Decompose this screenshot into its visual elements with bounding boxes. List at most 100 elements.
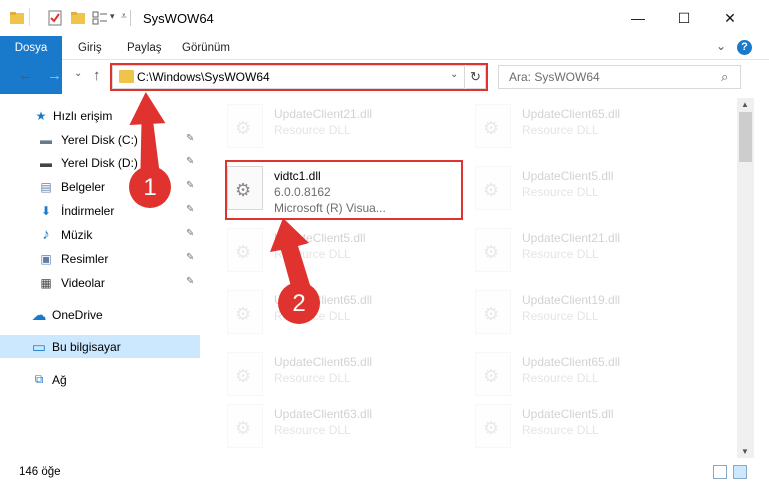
file-item[interactable]: ⚙ UpdateClient5.dll Resource DLL <box>463 160 703 218</box>
navigation-pane: ★ Hızlı erişim ▬ Yerel Disk (C:) ✎ ▬ Yer… <box>0 98 205 458</box>
sidebar-item-documents[interactable]: ▤ Belgeler ✎ <box>0 175 200 198</box>
customize-icon[interactable] <box>92 10 108 26</box>
file-item[interactable]: ⚙ UpdateClient5.dll Resource DLL <box>463 398 703 456</box>
dll-file-icon: ⚙ <box>475 104 511 148</box>
file-highlight-box <box>225 160 463 220</box>
file-item[interactable]: ⚙ UpdateClient21.dll Resource DLL <box>463 222 703 280</box>
sidebar-item-disk-d[interactable]: ▬ Yerel Disk (D:) ✎ <box>0 151 200 174</box>
sidebar-item-music[interactable]: ♪ Müzik ✎ <box>0 223 200 246</box>
tab-view[interactable]: Görünüm <box>182 36 230 60</box>
sidebar-item-network[interactable]: ⧉ Ağ <box>0 368 200 391</box>
file-name: UpdateClient21.dll <box>274 107 373 121</box>
sidebar-item-this-pc[interactable]: ▭ Bu bilgisayar <box>0 335 200 358</box>
ribbon-expand-icon[interactable]: ⌄ <box>716 39 726 53</box>
file-description: Resource DLL <box>274 423 351 437</box>
network-icon: ⧉ <box>34 372 44 386</box>
file-name: UpdateClient65.dll <box>274 355 373 369</box>
file-item[interactable]: ⚙ UpdateClient65.dll Resource DLL <box>463 346 703 404</box>
file-name: UpdateClient65.dll <box>274 293 373 307</box>
scroll-up-icon[interactable]: ▲ <box>741 100 749 109</box>
file-description: Resource DLL <box>522 185 599 199</box>
dll-file-icon: ⚙ <box>475 166 511 210</box>
details-view-button[interactable] <box>713 465 727 479</box>
sidebar-item-label: Hızlı erişim <box>53 109 113 123</box>
sidebar-item-downloads[interactable]: ⬇ İndirmeler ✎ <box>0 199 200 222</box>
sidebar-item-label: Yerel Disk (D:) <box>61 156 138 170</box>
file-name: UpdateClient19.dll <box>522 293 621 307</box>
sidebar-item-label: Bu bilgisayar <box>52 340 121 354</box>
file-description: Resource DLL <box>522 309 599 323</box>
file-description: Resource DLL <box>522 123 599 137</box>
cloud-icon: ☁ <box>31 306 47 324</box>
title-bar: ▾ ⩡ SysWOW64 — ☐ ✕ <box>0 0 769 36</box>
pin-icon[interactable]: ✎ <box>186 204 194 215</box>
file-item[interactable]: ⚙ UpdateClient65.dll Resource DLL <box>215 346 455 404</box>
dll-file-icon: ⚙ <box>475 404 511 448</box>
file-description: Resource DLL <box>274 247 351 261</box>
up-button[interactable]: ↑ <box>93 67 101 84</box>
sidebar-item-onedrive[interactable]: ☁ OneDrive <box>0 303 200 326</box>
maximize-button[interactable]: ☐ <box>661 0 707 36</box>
ribbon-tabs: Dosya Giriş Paylaş Görünüm ⌄ ? <box>0 36 769 94</box>
drive-icon: ▬ <box>40 155 52 170</box>
properties-icon[interactable] <box>47 10 63 26</box>
file-item[interactable]: ⚙ UpdateClient21.dll Resource DLL <box>215 98 455 156</box>
search-icon[interactable]: ⌕ <box>721 69 728 85</box>
file-description: Resource DLL <box>522 423 599 437</box>
computer-icon: ▭ <box>31 338 47 356</box>
file-name: UpdateClient65.dll <box>522 107 621 121</box>
file-name: UpdateClient21.dll <box>522 231 621 245</box>
file-item[interactable]: ⚙ UpdateClient65.dll Resource DLL <box>215 284 455 342</box>
minimize-button[interactable]: — <box>615 0 661 36</box>
sidebar-item-quick-access[interactable]: ★ Hızlı erişim <box>0 104 200 127</box>
sidebar-item-label: OneDrive <box>52 308 103 322</box>
file-description: Resource DLL <box>522 371 599 385</box>
file-item[interactable]: ⚙ UpdateClient63.dll Resource DLL <box>215 398 455 456</box>
search-placeholder: Ara: SysWOW64 <box>509 70 600 84</box>
close-button[interactable]: ✕ <box>707 0 753 36</box>
file-description: Resource DLL <box>274 123 351 137</box>
pictures-icon: ▣ <box>40 251 52 266</box>
sidebar-item-label: Ağ <box>52 373 67 387</box>
window-title: SysWOW64 <box>143 11 214 26</box>
sidebar-item-disk-c[interactable]: ▬ Yerel Disk (C:) ✎ <box>0 128 200 151</box>
pin-icon[interactable]: ✎ <box>186 276 194 287</box>
music-icon: ♪ <box>42 226 50 243</box>
scroll-down-icon[interactable]: ▼ <box>741 447 749 456</box>
dll-file-icon: ⚙ <box>475 228 511 272</box>
videos-icon: ▦ <box>40 275 52 290</box>
sidebar-item-label: İndirmeler <box>61 204 115 218</box>
quick-access-dropdown-icon[interactable]: ▾ <box>110 11 115 22</box>
recent-locations-icon[interactable]: ⌄ <box>74 68 82 79</box>
pin-icon[interactable]: ✎ <box>186 133 194 144</box>
forward-button[interactable]: → <box>47 67 62 84</box>
dll-file-icon: ⚙ <box>227 104 263 148</box>
file-description: Resource DLL <box>274 371 351 385</box>
pin-icon[interactable]: ✎ <box>186 156 194 167</box>
new-folder-icon[interactable] <box>70 10 86 26</box>
tab-home[interactable]: Giriş <box>78 36 102 60</box>
quick-access-menu-icon[interactable]: ⩡ <box>121 11 127 22</box>
help-icon[interactable]: ? <box>737 40 752 55</box>
scrollbar-thumb[interactable] <box>739 112 752 162</box>
tiles-view-button[interactable] <box>733 465 747 479</box>
file-name: UpdateClient5.dll <box>522 169 614 183</box>
back-button[interactable]: ← <box>18 67 33 84</box>
sidebar-item-pictures[interactable]: ▣ Resimler ✎ <box>0 247 200 270</box>
folder-icon <box>10 12 24 24</box>
file-item[interactable]: ⚙ UpdateClient19.dll Resource DLL <box>463 284 703 342</box>
sidebar-item-videos[interactable]: ▦ Videolar ✎ <box>0 271 200 294</box>
file-name: UpdateClient5.dll <box>522 407 614 421</box>
dll-file-icon: ⚙ <box>227 352 263 396</box>
sidebar-item-label: Belgeler <box>61 180 106 194</box>
pin-icon[interactable]: ✎ <box>186 180 194 191</box>
dll-file-icon: ⚙ <box>227 228 263 272</box>
file-item[interactable]: ⚙ UpdateClient65.dll Resource DLL <box>463 98 703 156</box>
sidebar-item-label: Müzik <box>61 228 93 242</box>
pin-icon[interactable]: ✎ <box>186 228 194 239</box>
explorer-window: ▾ ⩡ SysWOW64 — ☐ ✕ Dosya Giriş Paylaş Gö… <box>0 0 769 503</box>
tab-share[interactable]: Paylaş <box>127 36 162 60</box>
address-highlight-box <box>110 63 488 91</box>
pin-icon[interactable]: ✎ <box>186 252 194 263</box>
file-item[interactable]: ⚙ UpdateClient5.dll Resource DLL <box>215 222 455 280</box>
